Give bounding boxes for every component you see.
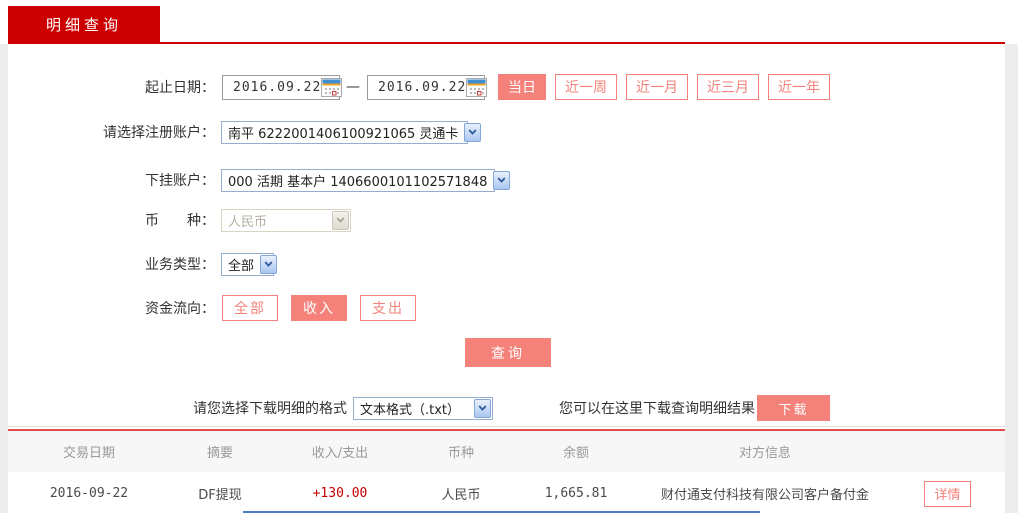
- date-range-separator: —: [346, 79, 360, 95]
- download-format-value: 文本格式（.txt）: [360, 402, 461, 418]
- date-range-row: 起止日期： 2016.09.22 — 2016.09.22 当日 近一周 近一月…: [8, 73, 1005, 101]
- business-type-select[interactable]: 全部: [221, 252, 278, 276]
- register-account-value: 南平 6222001406100921065 灵通卡: [228, 126, 459, 142]
- left-margin-strip: [0, 44, 8, 513]
- column-header-counterparty: 对方信息: [738, 446, 791, 461]
- fund-flow-all-button[interactable]: 全部: [222, 295, 278, 321]
- cell-balance: 1,665.81: [544, 486, 608, 501]
- business-type-label: 业务类型：: [145, 257, 215, 273]
- column-header-currency: 币种: [447, 446, 474, 461]
- download-format-select[interactable]: 文本格式（.txt）: [353, 396, 493, 420]
- date-range-label: 起止日期：: [145, 80, 215, 96]
- currency-row: 币 种： 人民币: [8, 208, 1005, 232]
- cell-transaction-date: 2016-09-22: [49, 486, 129, 501]
- cell-summary: DF提现: [198, 488, 242, 503]
- tab-bar: 明细查询: [8, 6, 160, 42]
- detail-query-page: 明细查询 起止日期： 2016.09.22 — 2016.09.22 当日 近一…: [0, 0, 1018, 513]
- fund-flow-row: 资金流向： 全部 收入 支出: [8, 295, 1005, 321]
- range-button-last-week[interactable]: 近一周: [555, 74, 617, 100]
- sub-account-label: 下挂账户：: [145, 173, 215, 189]
- fund-flow-expense-button[interactable]: 支出: [360, 295, 416, 321]
- cell-counterparty: 财付通支付科技有限公司客户备付金: [660, 488, 869, 503]
- chevron-down-icon: [474, 398, 491, 418]
- right-margin-strip: [1005, 44, 1018, 513]
- table-row: 2016-09-22 DF提现 +130.00 人民币 1,665.81 财付通…: [8, 472, 1005, 513]
- column-header-date: 交易日期: [62, 446, 115, 461]
- fund-flow-income-button[interactable]: 收入: [291, 295, 347, 321]
- download-hint-text: 您可以在这里下载查询明细结果: [559, 401, 755, 417]
- form-bottom-divider: [8, 426, 1005, 427]
- calendar-icon[interactable]: [466, 77, 488, 97]
- range-button-today[interactable]: 当日: [498, 74, 546, 100]
- cell-currency: 人民币: [441, 488, 481, 503]
- sub-account-row: 下挂账户： 000 活期 基本户 1406600101102571848: [8, 168, 1005, 192]
- start-date-input[interactable]: 2016.09.22: [222, 74, 343, 100]
- cell-amount: +130.00: [312, 486, 368, 501]
- currency-select: 人民币: [221, 208, 351, 232]
- currency-label: 币 种：: [145, 213, 215, 229]
- column-header-summary: 摘要: [206, 446, 233, 461]
- table-header-row: 交易日期 摘要 收入/支出 币种 余额 对方信息: [8, 431, 1005, 472]
- download-format-label: 请您选择下载明细的格式: [193, 401, 347, 417]
- download-row: 请您选择下载明细的格式 文本格式（.txt） 您可以在这里下载查询明细结果 下载: [8, 395, 1005, 421]
- calendar-icon[interactable]: [321, 77, 343, 97]
- range-button-last-3-months[interactable]: 近三月: [697, 74, 759, 100]
- business-type-value: 全部: [228, 258, 255, 274]
- end-date-value: 2016.09.22: [378, 79, 467, 95]
- column-header-amount: 收入/支出: [311, 446, 369, 461]
- start-date-value: 2016.09.22: [233, 79, 322, 95]
- fund-flow-label: 资金流向：: [145, 301, 215, 317]
- end-date-input[interactable]: 2016.09.22: [367, 74, 488, 100]
- sub-account-select[interactable]: 000 活期 基本户 1406600101102571848: [221, 168, 511, 192]
- register-account-label: 请选择注册账户：: [103, 125, 215, 141]
- detail-button[interactable]: 详情: [924, 480, 971, 507]
- column-header-balance: 余额: [562, 446, 589, 461]
- download-button[interactable]: 下载: [757, 395, 830, 421]
- range-button-last-month[interactable]: 近一月: [626, 74, 688, 100]
- sub-account-value: 000 活期 基本户 1406600101102571848: [228, 174, 488, 190]
- register-account-select[interactable]: 南平 6222001406100921065 灵通卡: [221, 120, 482, 144]
- range-button-last-year[interactable]: 近一年: [768, 74, 830, 100]
- chevron-down-icon: [464, 122, 482, 142]
- chevron-down-icon: [260, 254, 278, 274]
- currency-value: 人民币: [228, 214, 268, 230]
- chevron-down-icon: [332, 210, 349, 230]
- query-button[interactable]: 查询: [465, 338, 551, 367]
- chevron-down-icon: [493, 170, 511, 190]
- register-account-row: 请选择注册账户： 南平 6222001406100921065 灵通卡: [8, 120, 1005, 144]
- business-type-row: 业务类型： 全部: [8, 252, 1005, 276]
- tab-detail-query[interactable]: 明细查询: [8, 6, 160, 42]
- query-form-panel: 起止日期： 2016.09.22 — 2016.09.22 当日 近一周 近一月…: [8, 44, 1005, 513]
